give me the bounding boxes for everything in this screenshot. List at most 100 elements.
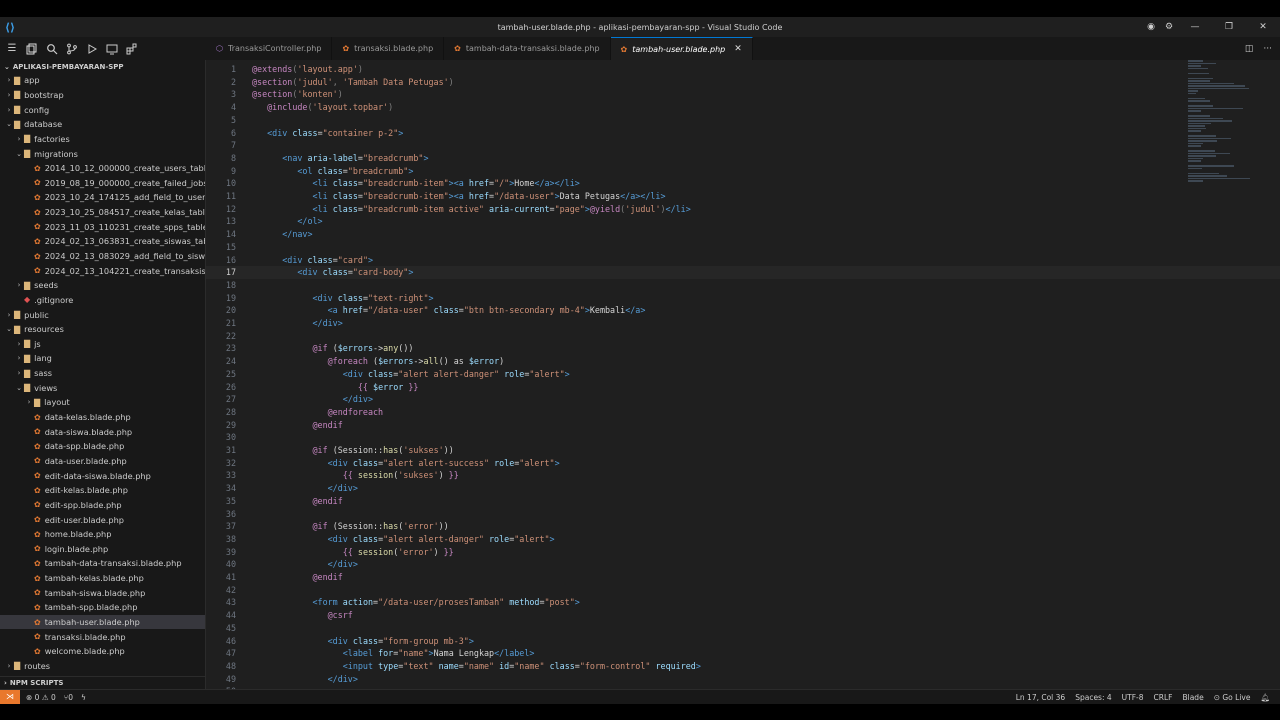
extensions-icon[interactable]: [124, 41, 140, 57]
tree-folder[interactable]: › ▇ bootstrap: [0, 88, 205, 103]
account-icon[interactable]: ◉: [1142, 22, 1160, 32]
tree-file[interactable]: ✿ 2024_02_13_104221_create_transaksis_t..…: [0, 263, 205, 278]
problems-status[interactable]: ⊗ 0 ⚠ 0: [26, 693, 56, 702]
tree-file[interactable]: ✿ data-user.blade.php: [0, 454, 205, 469]
tree-folder[interactable]: › ▇ sass: [0, 366, 205, 381]
remote-indicator-icon[interactable]: ⋊: [0, 690, 20, 704]
tab-tambah-user[interactable]: ✿ tambah-user.blade.php ✕: [610, 37, 753, 60]
code-line[interactable]: 29 @endif: [206, 419, 1280, 432]
tree-file[interactable]: ✿ tambah-user.blade.php: [0, 614, 205, 630]
source-control-icon[interactable]: [64, 41, 80, 57]
code-line[interactable]: 48 <input type="text" name="name" id="na…: [206, 660, 1280, 673]
notifications-icon[interactable]: 🔔︎: [1260, 693, 1270, 702]
code-line[interactable]: 43 <form action="/data-user/prosesTambah…: [206, 596, 1280, 609]
close-window-button[interactable]: ✕: [1246, 22, 1280, 32]
search-icon[interactable]: [44, 41, 60, 57]
code-line[interactable]: 34 </div>: [206, 482, 1280, 495]
remote-explorer-icon[interactable]: [104, 41, 120, 57]
tree-file[interactable]: ✿ 2023_10_25_084517_create_kelas_table...: [0, 205, 205, 220]
code-line[interactable]: 46 <div class="form-group mb-3">: [206, 635, 1280, 648]
tree-file[interactable]: ✿ edit-spp.blade.php: [0, 498, 205, 513]
split-editor-icon[interactable]: ◫: [1245, 44, 1254, 54]
code-line[interactable]: 25 <div class="alert alert-danger" role=…: [206, 368, 1280, 381]
tree-file[interactable]: ✿ data-spp.blade.php: [0, 439, 205, 454]
gear-icon[interactable]: ⚙: [1160, 22, 1178, 32]
code-line[interactable]: 41 @endif: [206, 571, 1280, 584]
tree-file[interactable]: ✿ transaksi.blade.php: [0, 629, 205, 644]
code-line[interactable]: 22: [206, 330, 1280, 343]
code-line[interactable]: 21 </div>: [206, 317, 1280, 330]
code-line[interactable]: 44 @csrf: [206, 609, 1280, 622]
tree-file[interactable]: ✿ 2024_02_13_063831_create_siswas_tabl...: [0, 234, 205, 249]
code-line[interactable]: 16 <div class="card">: [206, 254, 1280, 267]
code-line[interactable]: 42: [206, 584, 1280, 597]
code-line[interactable]: 4 @include('layout.topbar'): [206, 101, 1280, 114]
tree-file[interactable]: ✿ 2019_08_19_000000_create_failed_jobs_..…: [0, 175, 205, 190]
code-editor[interactable]: 1 @extends('layout.app') 2 @section('judul'…: [206, 60, 1280, 689]
explorer-icon[interactable]: [24, 41, 40, 57]
code-line[interactable]: 20 <a href="/data-user" class="btn btn-s…: [206, 304, 1280, 317]
tree-folder[interactable]: › ▇ seeds: [0, 278, 205, 293]
tree-folder[interactable]: ⌄ ▇ resources: [0, 322, 205, 337]
code-line[interactable]: 5: [206, 114, 1280, 127]
code-line[interactable]: 24 @foreach ($errors->all() as $error): [206, 355, 1280, 368]
code-line[interactable]: 18: [206, 279, 1280, 292]
tree-folder[interactable]: › ▇ factories: [0, 132, 205, 147]
tree-file[interactable]: ✿ login.blade.php: [0, 542, 205, 557]
close-tab-icon[interactable]: ✕: [734, 44, 742, 54]
tree-file[interactable]: ✿ edit-data-siswa.blade.php: [0, 468, 205, 483]
tree-file[interactable]: ✿ tambah-siswa.blade.php: [0, 585, 205, 600]
tree-file[interactable]: ✿ data-kelas.blade.php: [0, 410, 205, 425]
cursor-position[interactable]: Ln 17, Col 36: [1016, 693, 1065, 702]
code-line[interactable]: 49 </div>: [206, 673, 1280, 686]
code-line[interactable]: 8 <nav aria-label="breadcrumb">: [206, 152, 1280, 165]
code-line[interactable]: 37 @if (Session::has('error')): [206, 520, 1280, 533]
code-line[interactable]: 3 @section('konten'): [206, 88, 1280, 101]
tree-folder[interactable]: ⌄ ▇ views: [0, 380, 205, 395]
explorer-root-header[interactable]: ⌄ APLIKASI-PEMBAYARAN-SPP: [0, 60, 205, 73]
code-line[interactable]: 13 </ol>: [206, 215, 1280, 228]
tree-folder[interactable]: › ▇ routes: [0, 659, 205, 674]
indentation[interactable]: Spaces: 4: [1075, 693, 1111, 702]
code-line[interactable]: 1 @extends('layout.app'): [206, 63, 1280, 76]
code-line[interactable]: 30: [206, 431, 1280, 444]
run-debug-icon[interactable]: [84, 41, 100, 57]
line-ending[interactable]: CRLF: [1154, 693, 1173, 702]
code-line[interactable]: 11 <li class="breadcrumb-item"><a href="…: [206, 190, 1280, 203]
tree-file[interactable]: ✿ 2014_10_12_000000_create_users_table...: [0, 161, 205, 176]
tree-file[interactable]: ✿ 2024_02_13_083029_add_field_to_siswa...: [0, 249, 205, 264]
minimize-button[interactable]: —: [1178, 22, 1212, 32]
code-line[interactable]: 40 </div>: [206, 558, 1280, 571]
tree-folder[interactable]: › ▇ layout: [0, 395, 205, 410]
code-line[interactable]: 27 </div>: [206, 393, 1280, 406]
more-actions-icon[interactable]: ···: [1263, 44, 1272, 54]
ports-status[interactable]: ⑂0: [64, 693, 73, 702]
code-line[interactable]: 10 <li class="breadcrumb-item"><a href="…: [206, 177, 1280, 190]
tree-file[interactable]: ✿ tambah-data-transaksi.blade.php: [0, 556, 205, 571]
encoding[interactable]: UTF-8: [1122, 693, 1144, 702]
code-line[interactable]: 9 <ol class="breadcrumb">: [206, 165, 1280, 178]
tree-file[interactable]: ✿ 2023_10_24_174125_add_field_to_users...: [0, 190, 205, 205]
code-line[interactable]: 28 @endforeach: [206, 406, 1280, 419]
tree-file[interactable]: ✿ data-siswa.blade.php: [0, 424, 205, 439]
code-line[interactable]: 33 {{ session('sukses') }}: [206, 469, 1280, 482]
code-line[interactable]: 31 @if (Session::has('sukses')): [206, 444, 1280, 457]
tree-folder[interactable]: › ▇ js: [0, 337, 205, 352]
code-line[interactable]: 17 <div class="card-body">: [206, 266, 1280, 279]
code-line[interactable]: 35 @endif: [206, 495, 1280, 508]
tree-file[interactable]: ✿ tambah-kelas.blade.php: [0, 571, 205, 586]
npm-scripts-header[interactable]: › NPM SCRIPTS: [0, 676, 205, 689]
tree-file[interactable]: ✿ 2023_11_03_110231_create_spps_table...: [0, 219, 205, 234]
code-line[interactable]: 23 @if ($errors->any()): [206, 342, 1280, 355]
tree-folder[interactable]: ⌄ ▇ database: [0, 117, 205, 132]
code-line[interactable]: 38 <div class="alert alert-danger" role=…: [206, 533, 1280, 546]
code-line[interactable]: 19 <div class="text-right">: [206, 292, 1280, 305]
tab-tambah-data-transaksi[interactable]: ✿ tambah-data-transaksi.blade.php: [444, 37, 611, 60]
restore-button[interactable]: ❐: [1212, 22, 1246, 32]
menu-icon[interactable]: ☰: [4, 41, 20, 57]
tree-folder[interactable]: › ▇ lang: [0, 351, 205, 366]
code-line[interactable]: 7: [206, 139, 1280, 152]
broadcast-icon[interactable]: ϟ: [81, 693, 86, 702]
tree-file[interactable]: ✿ edit-kelas.blade.php: [0, 483, 205, 498]
tree-folder[interactable]: ⌄ ▇ migrations: [0, 146, 205, 161]
